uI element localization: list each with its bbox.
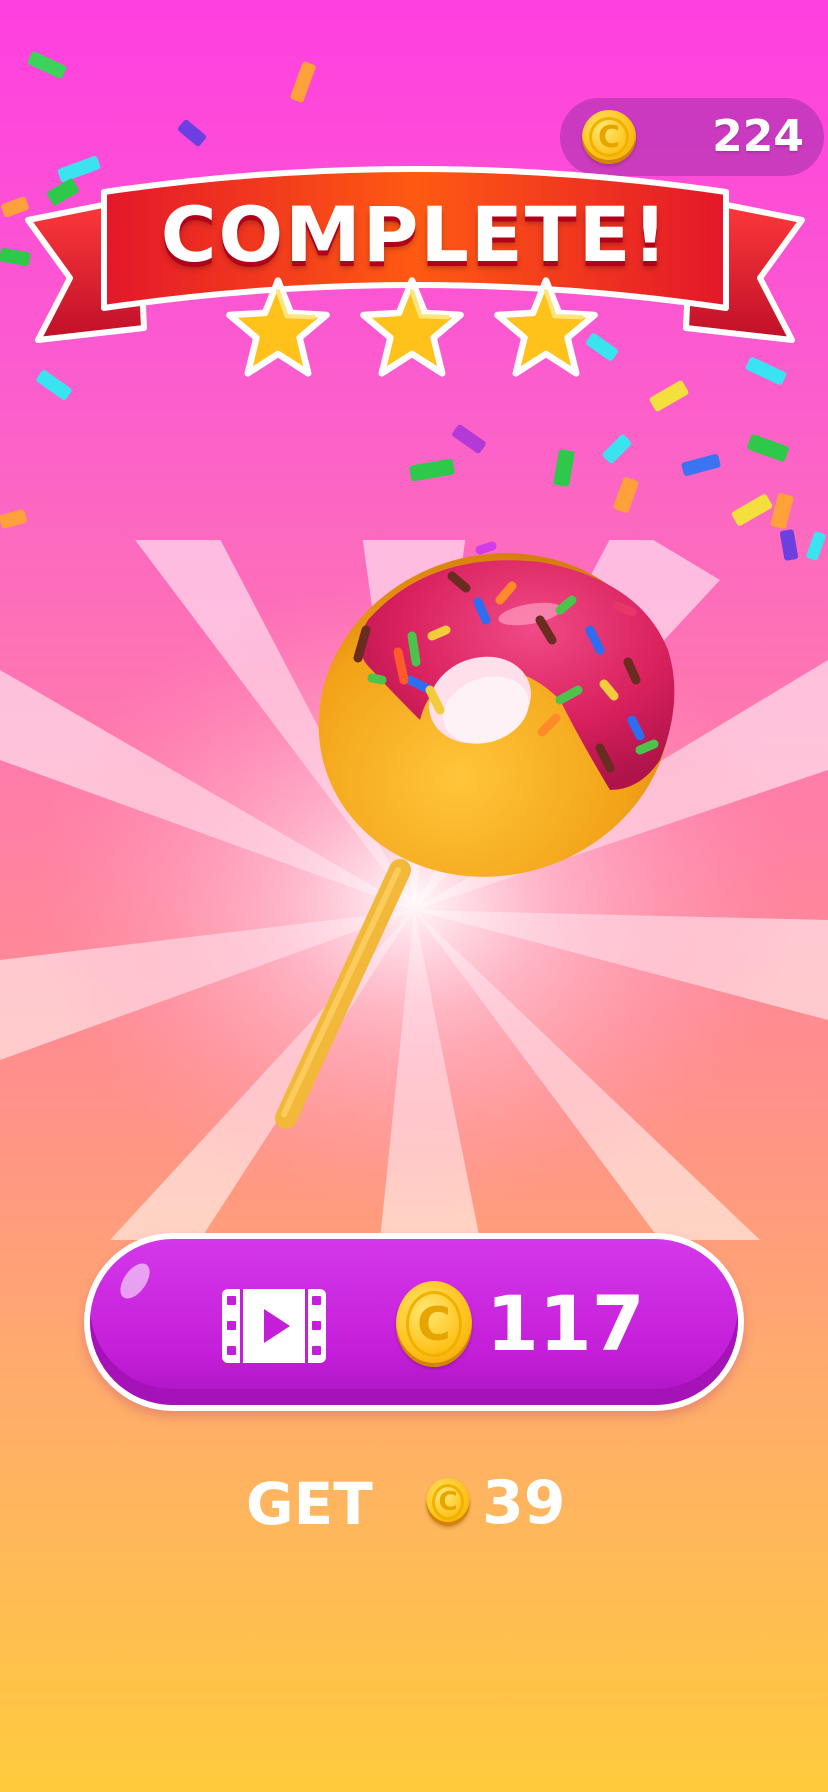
star-icon xyxy=(494,277,598,377)
coin-balance-value: 224 xyxy=(712,111,804,162)
donut-pop-illustration xyxy=(0,540,828,1240)
banner-title: COMPLETE! xyxy=(160,190,670,279)
watch-video-reward-button[interactable]: C 117 xyxy=(84,1233,744,1411)
video-play-icon xyxy=(222,1289,326,1363)
gloss-highlight xyxy=(114,1258,156,1304)
level-complete-banner: COMPLETE! xyxy=(20,158,810,388)
confetti-piece xyxy=(552,448,576,488)
confetti-piece xyxy=(289,60,317,104)
confetti-piece xyxy=(0,508,28,530)
get-reward-value: 39 xyxy=(482,1468,566,1538)
confetti-piece xyxy=(680,453,722,477)
star-icon xyxy=(226,277,330,377)
video-reward-value: 117 xyxy=(486,1279,645,1368)
confetti-piece xyxy=(451,423,487,455)
coin-icon: C xyxy=(426,1478,470,1526)
confetti-piece xyxy=(176,118,208,148)
get-reward-button[interactable]: GET C 39 xyxy=(230,1468,610,1538)
coin-icon: C xyxy=(396,1281,472,1367)
confetti-piece xyxy=(769,492,795,530)
confetti-piece xyxy=(408,458,456,482)
confetti-piece xyxy=(746,433,790,463)
button-face: C 117 xyxy=(90,1239,738,1405)
confetti-piece xyxy=(730,493,774,527)
confetti-piece xyxy=(601,433,633,465)
get-label: GET xyxy=(246,1470,373,1538)
coin-icon: C xyxy=(582,110,636,164)
star-icon xyxy=(360,277,464,377)
confetti-piece xyxy=(612,476,640,514)
confetti-piece xyxy=(26,50,68,80)
